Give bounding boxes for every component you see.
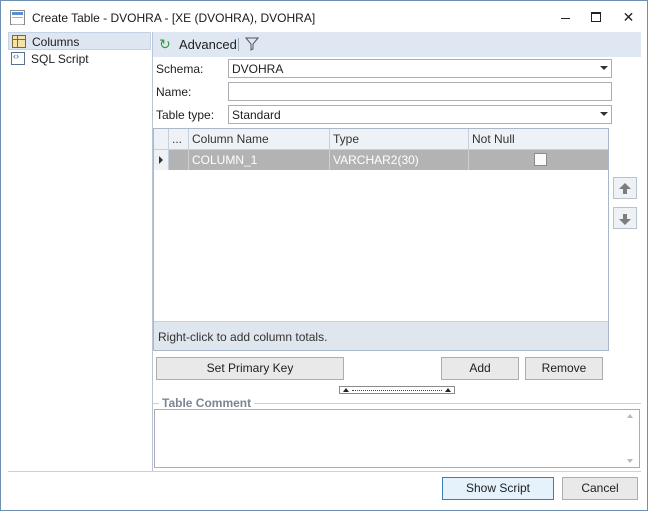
sidebar-item-columns[interactable]: Columns <box>8 32 151 50</box>
splitter-up-icon <box>343 388 349 392</box>
table-app-icon <box>10 10 25 25</box>
toolbar-separator <box>238 38 239 51</box>
maximize-icon <box>591 12 601 22</box>
table-type-dropdown[interactable]: Standard <box>228 105 612 124</box>
sidebar-item-label: SQL Script <box>31 52 89 66</box>
grid-cell-more[interactable] <box>169 150 189 170</box>
grid-header-not-null[interactable]: Not Null <box>469 129 608 149</box>
bottom-divider <box>8 471 641 472</box>
scroll-up-icon[interactable] <box>627 414 633 418</box>
sql-script-icon <box>11 51 25 65</box>
grid-header: ... Column Name Type Not Null <box>154 129 608 150</box>
table-row[interactable]: COLUMN_1 VARCHAR2(30) <box>154 150 608 170</box>
remove-button[interactable]: Remove <box>525 357 603 380</box>
toolbar: ↻ Advanced <box>153 32 641 57</box>
columns-grid: ... Column Name Type Not Null COLUMN_1 V… <box>153 128 609 351</box>
sidebar: Columns SQL Script <box>8 32 153 472</box>
advanced-button[interactable]: Advanced <box>179 37 237 52</box>
minimize-button[interactable] <box>549 1 582 33</box>
move-up-button[interactable] <box>613 177 637 199</box>
splitter-up-icon <box>445 388 451 392</box>
add-button[interactable]: Add <box>441 357 519 380</box>
arrow-up-stem <box>623 189 627 194</box>
name-label: Name: <box>156 85 192 99</box>
splitter-handle[interactable] <box>339 386 455 394</box>
minimize-icon <box>561 18 570 19</box>
row-indicator-header <box>154 129 169 149</box>
show-script-button[interactable]: Show Script <box>442 477 554 500</box>
sidebar-item-sql-script[interactable]: SQL Script <box>8 50 151 68</box>
chevron-down-icon <box>600 66 608 70</box>
splitter-grip <box>352 390 442 391</box>
table-comment-input[interactable] <box>154 409 640 468</box>
refresh-icon[interactable]: ↻ <box>159 37 173 51</box>
close-button[interactable]: ✕ <box>612 1 645 33</box>
move-down-button[interactable] <box>613 207 637 229</box>
cancel-button[interactable]: Cancel <box>562 477 638 500</box>
table-comment-title: Table Comment <box>159 396 255 410</box>
schema-value: DVOHRA <box>232 62 284 76</box>
grid-header-more[interactable]: ... <box>169 129 189 149</box>
grid-header-type[interactable]: Type <box>330 129 469 149</box>
title-bar: Create Table - DVOHRA - [XE (DVOHRA), DV… <box>1 1 647 33</box>
not-null-checkbox[interactable] <box>534 153 547 166</box>
chevron-down-icon <box>600 112 608 116</box>
grid-header-column-name[interactable]: Column Name <box>189 129 330 149</box>
sidebar-item-label: Columns <box>32 35 80 49</box>
maximize-button[interactable] <box>580 1 613 33</box>
filter-icon[interactable] <box>245 37 259 51</box>
name-input[interactable] <box>228 82 612 101</box>
schema-dropdown[interactable]: DVOHRA <box>228 59 612 78</box>
create-table-window: Create Table - DVOHRA - [XE (DVOHRA), DV… <box>0 0 648 511</box>
set-primary-key-button[interactable]: Set Primary Key <box>156 357 344 380</box>
arrow-down-icon <box>619 219 631 225</box>
schema-label: Schema: <box>156 62 204 76</box>
grid-footer-text: Right-click to add column totals. <box>158 330 328 344</box>
table-type-value: Standard <box>232 108 281 122</box>
window-title: Create Table - DVOHRA - [XE (DVOHRA), DV… <box>32 11 316 25</box>
columns-icon <box>12 35 26 48</box>
close-icon: ✕ <box>622 9 635 25</box>
grid-cell-type[interactable]: VARCHAR2(30) <box>330 150 469 170</box>
grid-footer[interactable]: Right-click to add column totals. <box>154 321 608 350</box>
table-type-label: Table type: <box>156 108 215 122</box>
row-selector-icon[interactable] <box>154 150 169 170</box>
grid-cell-column-name[interactable]: COLUMN_1 <box>189 150 330 170</box>
scroll-down-icon[interactable] <box>627 459 633 463</box>
